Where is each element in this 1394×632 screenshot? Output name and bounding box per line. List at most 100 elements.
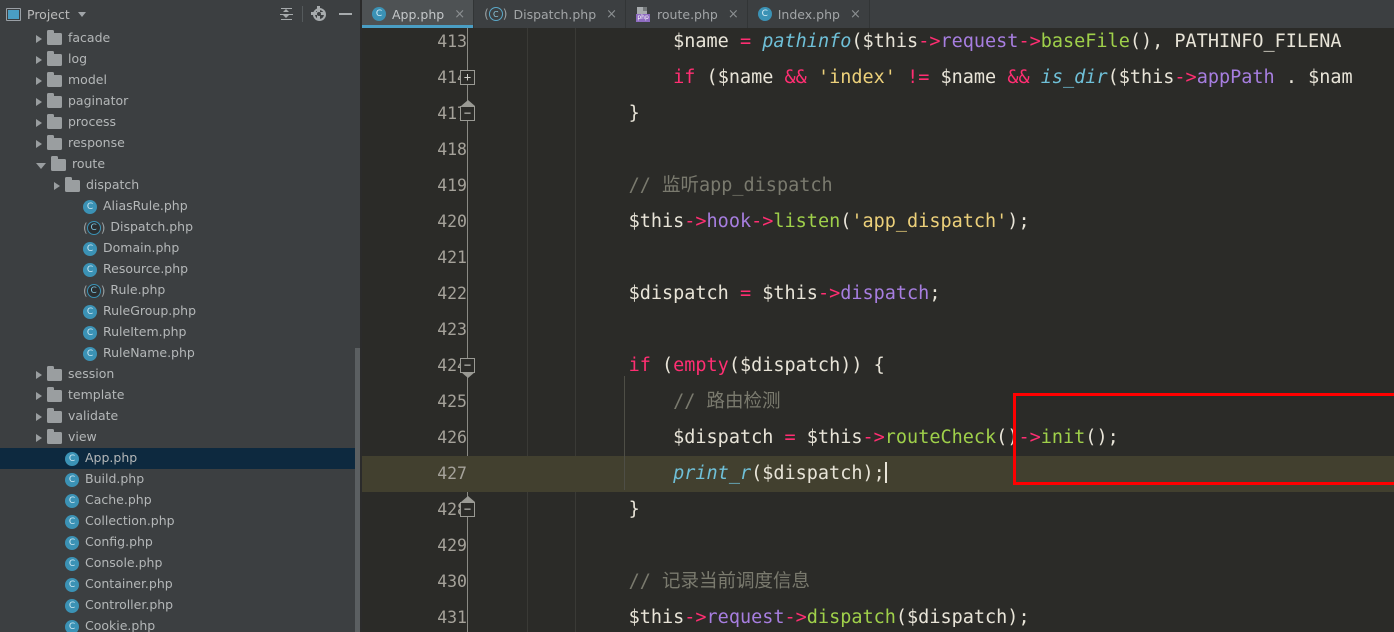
tree-item[interactable]: C Domain.php [0,238,355,259]
chevron-right-icon[interactable] [36,76,42,85]
code-line-text: if (empty($dispatch)) { [628,355,885,376]
tree-item[interactable]: C AliasRule.php [0,196,355,217]
tree-item[interactable]: C Container.php [0,574,355,595]
tree-item[interactable]: C Controller.php [0,595,355,616]
code-line[interactable] [362,240,1394,276]
line-number: 431 [437,608,467,627]
tree-item[interactable]: model [0,70,355,91]
close-icon[interactable]: × [454,8,465,21]
code-line[interactable] [362,132,1394,168]
tree-item[interactable]: C Cookie.php [0,616,355,632]
tree-item[interactable]: route [0,154,355,175]
tree-item[interactable]: view [0,427,355,448]
code-line[interactable] [362,312,1394,348]
php-class-icon: C [65,535,85,550]
tree-item-label: Config.php [85,534,153,550]
php-class-icon: C [65,451,85,466]
minimize-button[interactable] [332,1,358,27]
tree-item-label: Domain.php [103,240,180,256]
code-line[interactable] [362,384,1394,420]
line-number: 430 [437,572,467,591]
project-panel-title-group[interactable]: Project [0,7,86,22]
project-panel: Project facade log model paginator process re [0,0,362,632]
close-icon[interactable]: × [728,8,739,21]
chevron-right-icon[interactable] [36,55,42,64]
chevron-right-icon[interactable] [36,118,42,127]
tree-item-label: facade [68,30,111,46]
fold-collapse-icon[interactable]: − [460,496,475,517]
tree-item-label: validate [68,408,119,424]
tree-item-label: session [68,366,115,382]
php-interface-icon: (C) [83,220,106,235]
tree-item-label: Controller.php [85,597,174,613]
editor-tab[interactable]: (C) Dispatch.php × [474,0,627,28]
tree-item[interactable]: C Cache.php [0,490,355,511]
php-class-icon: C [372,7,386,21]
tree-item-label: Rule.php [110,282,166,298]
tree-item[interactable]: dispatch [0,175,355,196]
editor-tab[interactable]: php route.php × [626,0,748,28]
tree-item-label: process [68,114,117,130]
line-number: 425 [437,392,467,411]
tree-item[interactable]: (C) Dispatch.php [0,217,355,238]
tree-item-label: Dispatch.php [110,219,194,235]
collapse-all-button[interactable] [273,1,299,27]
code-line[interactable] [362,528,1394,564]
php-class-icon: C [83,262,103,277]
code-line[interactable] [362,96,1394,132]
line-number: 419 [437,176,467,195]
tree-item[interactable]: C Config.php [0,532,355,553]
fold-expand-icon[interactable]: + [460,70,475,85]
folder-icon [47,92,62,108]
chevron-down-icon[interactable] [77,11,86,17]
chevron-right-icon[interactable] [36,433,42,442]
chevron-right-icon[interactable] [36,97,42,106]
tree-item[interactable]: C RuleName.php [0,343,355,364]
tree-item[interactable]: paginator [0,91,355,112]
code-editor[interactable]: 413 $name = pathinfo($this->request->bas… [362,28,1394,632]
editor-tab-label: Dispatch.php [513,6,597,22]
editor-tab-label: App.php [392,6,445,22]
tree-item[interactable]: C Collection.php [0,511,355,532]
tree-item[interactable]: process [0,112,355,133]
chevron-right-icon[interactable] [36,370,42,379]
editor-tab[interactable]: C App.php × [362,0,475,28]
tree-item[interactable]: (C) Rule.php [0,280,355,301]
tree-item[interactable]: C App.php [0,448,355,469]
chevron-right-icon[interactable] [36,412,42,421]
tree-item[interactable]: C Console.php [0,553,355,574]
tree-item[interactable]: facade [0,28,355,49]
tree-item[interactable]: C Build.php [0,469,355,490]
close-icon[interactable]: × [850,8,861,21]
tree-item[interactable]: response [0,133,355,154]
tree-item[interactable]: C Resource.php [0,259,355,280]
php-interface-icon: (C) [83,283,106,298]
chevron-right-icon[interactable] [36,139,42,148]
tree-item[interactable]: template [0,385,355,406]
fold-collapse-icon[interactable]: − [460,100,475,121]
tree-item[interactable]: log [0,49,355,70]
chevron-right-icon[interactable] [36,34,42,43]
project-file-tree[interactable]: facade log model paginator process response ro… [0,28,362,632]
collapse-all-icon [279,7,293,21]
fold-collapse-icon[interactable]: − [460,358,475,378]
tree-item-label: Build.php [85,471,145,487]
settings-button[interactable] [306,1,332,27]
tree-item[interactable]: session [0,364,355,385]
close-icon[interactable]: × [606,8,617,21]
php-class-icon: C [65,472,85,487]
editor-tab[interactable]: C Index.php × [747,0,870,28]
code-line-text: } [628,499,640,520]
code-line-text: print_r($dispatch); [673,462,887,484]
tree-item[interactable]: validate [0,406,355,427]
chevron-right-icon[interactable] [54,181,60,190]
code-line[interactable] [362,492,1394,528]
tree-item[interactable]: C RuleGroup.php [0,301,355,322]
tree-item-label: AliasRule.php [103,198,188,214]
code-line[interactable] [362,168,1394,204]
code-line[interactable] [362,564,1394,600]
chevron-right-icon[interactable] [36,391,42,400]
tree-item[interactable]: C RuleItem.php [0,322,355,343]
chevron-down-icon[interactable] [36,162,46,169]
panel-divider[interactable] [360,0,362,632]
